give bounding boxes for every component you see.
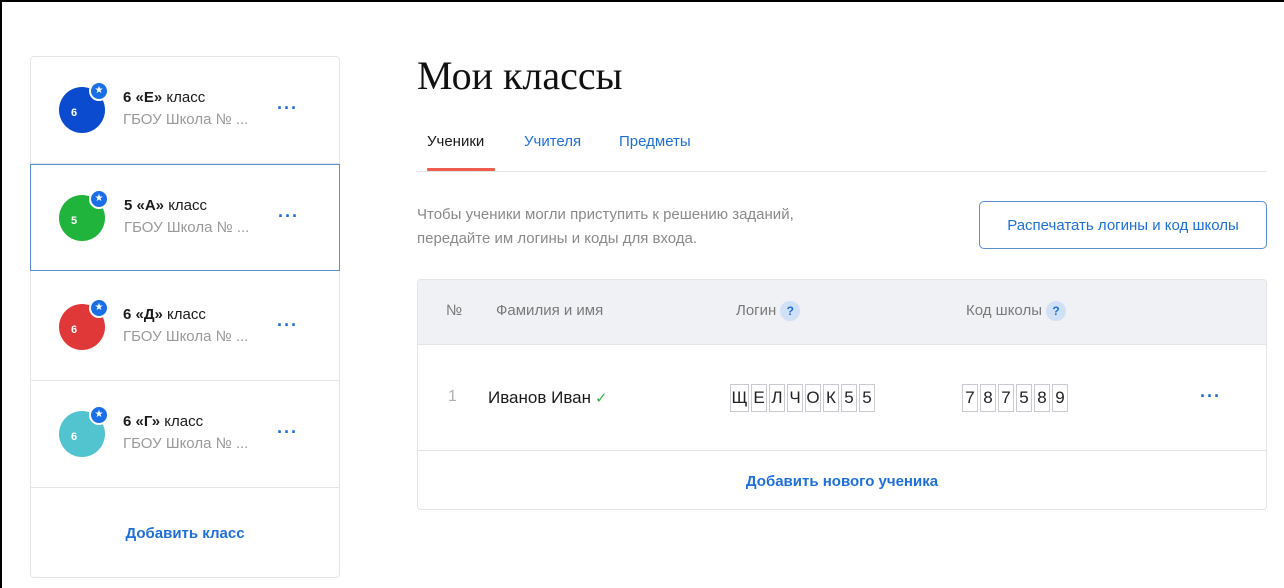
- class-suffix: класс: [162, 306, 206, 323]
- star-icon: ★: [89, 298, 109, 318]
- class-avatar: 5 ★: [59, 189, 109, 241]
- avatar-number: 6: [71, 107, 78, 119]
- login-char: 5: [841, 384, 857, 412]
- code-char: 7: [998, 384, 1014, 412]
- more-options-icon[interactable]: ···: [278, 207, 299, 225]
- class-suffix: класс: [164, 197, 208, 214]
- login-char: Е: [751, 384, 767, 412]
- login-boxes: Щ Е Л Ч О К 5 5: [730, 384, 877, 412]
- header-school-code: Код школы?: [966, 301, 1066, 321]
- login-char: Щ: [730, 384, 749, 412]
- class-title: 5 «А» класс: [124, 197, 207, 214]
- school-code-boxes: 7 8 7 5 8 9: [962, 384, 1070, 412]
- class-card-5a[interactable]: 5 ★ 5 «А» класс ГБОУ Школа № ... ···: [30, 164, 340, 271]
- class-grade: 6 «Е»: [123, 89, 163, 106]
- class-suffix: класс: [160, 413, 204, 430]
- tab-bar: Ученики Учителя Предметы: [417, 128, 1267, 172]
- more-options-icon[interactable]: ···: [277, 99, 298, 117]
- class-school: ГБОУ Школа № ...: [123, 328, 249, 345]
- help-icon[interactable]: ?: [1045, 301, 1066, 321]
- header-name: Фамилия и имя: [496, 302, 604, 319]
- class-card-6d[interactable]: 6 ★ 6 «Д» класс ГБОУ Школа № ... ···: [31, 274, 339, 381]
- print-logins-button[interactable]: Распечатать логины и код школы: [979, 201, 1267, 249]
- class-avatar: 6 ★: [59, 81, 109, 133]
- students-table: № Фамилия и имя Логин? Код школы? 1 Иван…: [417, 279, 1267, 510]
- add-student-button[interactable]: Добавить нового ученика: [418, 452, 1266, 509]
- header-login: Логин?: [736, 301, 801, 321]
- class-title: 6 «Д» класс: [123, 306, 206, 323]
- header-number: №: [446, 302, 463, 319]
- row-number: 1: [448, 388, 457, 405]
- star-icon: ★: [89, 189, 109, 209]
- code-char: 8: [980, 384, 996, 412]
- table-header: № Фамилия и имя Логин? Код школы?: [418, 280, 1266, 345]
- avatar-number: 6: [71, 324, 78, 336]
- login-char: К: [823, 384, 839, 412]
- class-avatar: 6 ★: [59, 298, 109, 350]
- help-icon[interactable]: ?: [780, 301, 801, 321]
- verified-check-icon: ✓: [595, 390, 608, 407]
- class-avatar: 6 ★: [59, 405, 109, 457]
- login-char: 5: [859, 384, 875, 412]
- tab-students[interactable]: Ученики: [427, 133, 484, 150]
- class-card-6g[interactable]: 6 ★ 6 «Г» класс ГБОУ Школа № ... ···: [31, 381, 339, 488]
- login-char: О: [805, 384, 821, 412]
- class-grade: 5 «А»: [124, 197, 165, 214]
- more-options-icon[interactable]: ···: [277, 423, 298, 441]
- student-name[interactable]: Иванов Иван ✓: [488, 388, 608, 408]
- tab-teachers[interactable]: Учителя: [524, 133, 581, 150]
- class-grade: 6 «Г»: [123, 413, 161, 430]
- student-name-text: Иванов Иван: [488, 388, 592, 407]
- row-more-options-icon[interactable]: ···: [1200, 387, 1221, 405]
- instructions-text: Чтобы ученики могли приступить к решению…: [417, 206, 794, 247]
- login-char: Л: [769, 384, 785, 412]
- class-suffix: класс: [162, 89, 206, 106]
- login-char: Ч: [787, 384, 803, 412]
- star-icon: ★: [89, 405, 109, 425]
- tab-subjects[interactable]: Предметы: [619, 133, 691, 150]
- class-card-6e[interactable]: 6 ★ 6 «Е» класс ГБОУ Школа № ... ···: [31, 57, 339, 164]
- header-code-label: Код школы: [966, 301, 1042, 319]
- class-list: 6 ★ 6 «Е» класс ГБОУ Школа № ... ··· 5 ★…: [30, 56, 340, 578]
- add-class-button[interactable]: Добавить класс: [31, 489, 339, 577]
- avatar-number: 5: [71, 215, 78, 227]
- code-char: 8: [1034, 384, 1050, 412]
- class-school: ГБОУ Школа № ...: [123, 435, 249, 452]
- class-title: 6 «Е» класс: [123, 89, 205, 106]
- code-char: 5: [1016, 384, 1032, 412]
- page-title: Мои классы: [417, 53, 623, 98]
- table-row: 1 Иванов Иван ✓ Щ Е Л Ч О К 5 5 7 8 7 5 8…: [418, 345, 1266, 451]
- more-options-icon[interactable]: ···: [277, 316, 298, 334]
- header-login-label: Логин: [736, 301, 777, 319]
- class-school: ГБОУ Школа № ...: [123, 111, 249, 128]
- avatar-number: 6: [71, 431, 78, 443]
- code-char: 7: [962, 384, 978, 412]
- code-char: 9: [1052, 384, 1068, 412]
- class-title: 6 «Г» класс: [123, 413, 203, 430]
- class-school: ГБОУ Школа № ...: [124, 219, 250, 236]
- star-icon: ★: [89, 81, 109, 101]
- active-tab-indicator: [427, 168, 495, 171]
- class-grade: 6 «Д»: [123, 306, 163, 323]
